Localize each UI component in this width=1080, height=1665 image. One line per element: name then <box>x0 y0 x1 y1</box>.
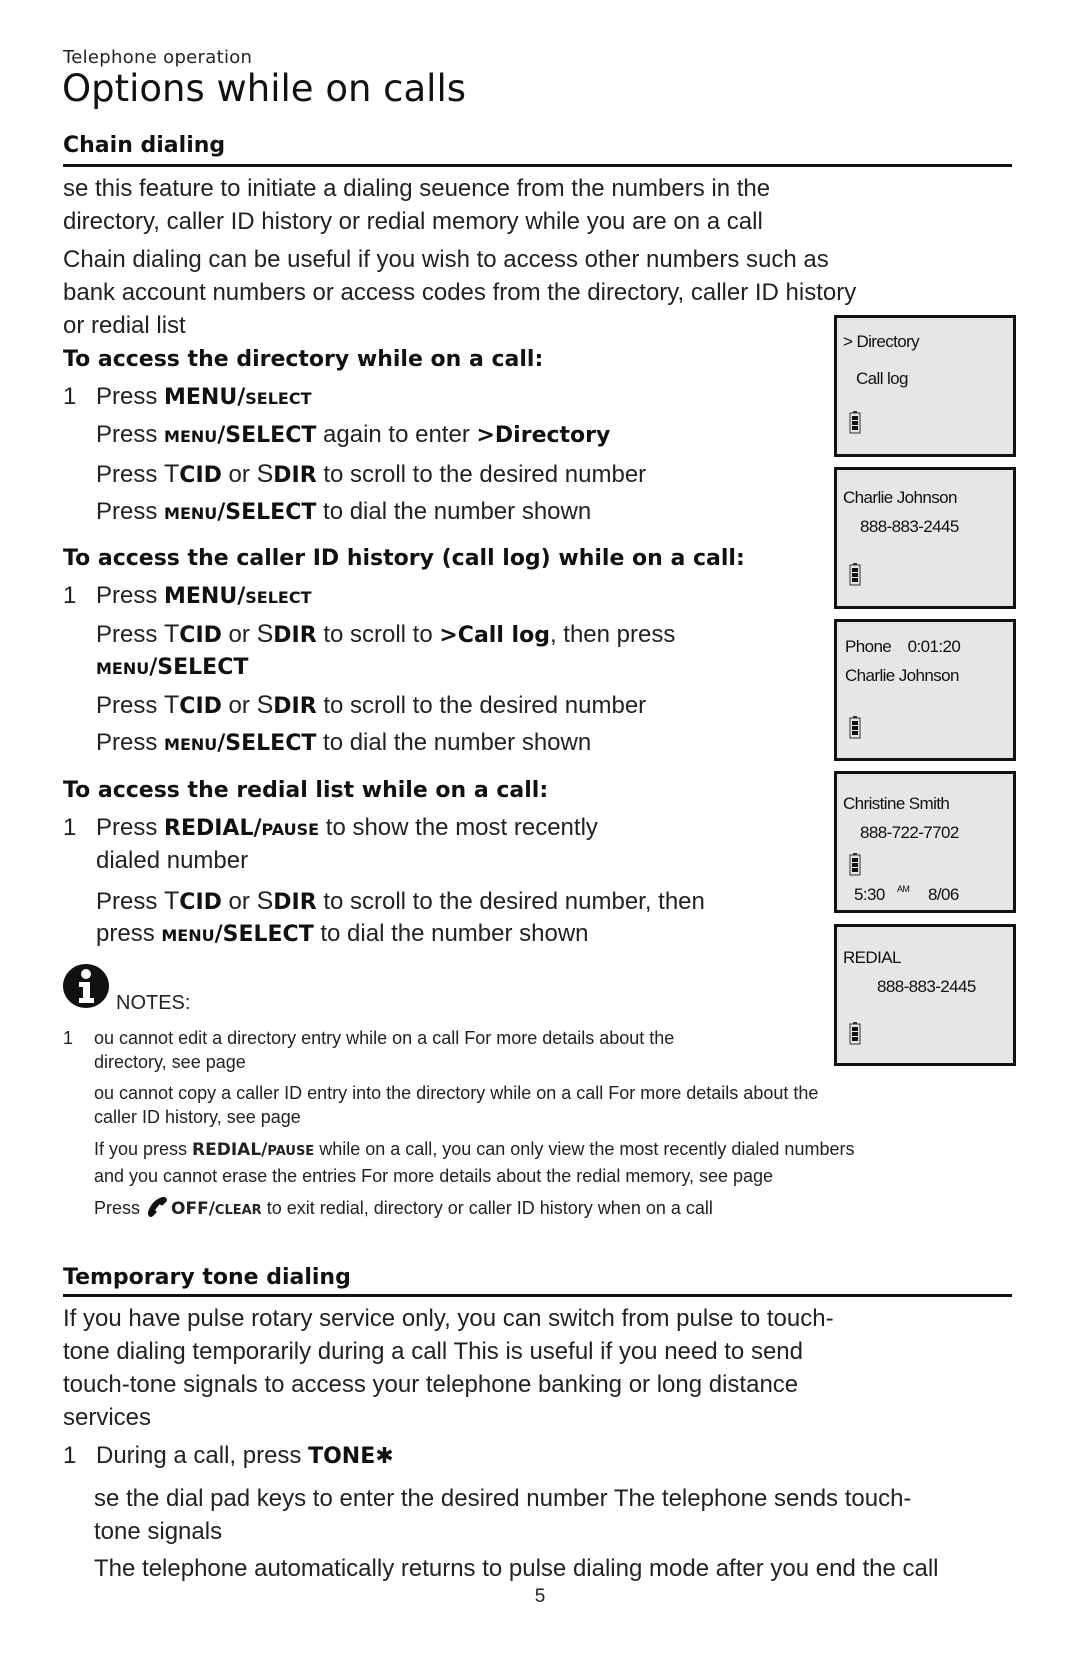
up-arrow-icon: T <box>164 620 180 648</box>
up-arrow-icon: T <box>164 460 180 488</box>
lcd-ampm: AM <box>897 884 910 894</box>
up-arrow-icon: T <box>164 887 180 915</box>
tone-step-1: 1 During a call, press TONE✱ <box>63 1442 394 1469</box>
tone-step-3: The telephone automatically returns to p… <box>94 1555 939 1582</box>
down-arrow-icon: S <box>256 887 274 915</box>
redial-step-2-cont: press MENU/SELECT to dial the number sho… <box>96 920 589 947</box>
notes-label: NOTES: <box>116 992 191 1014</box>
redial-step-1: 1 Press REDIAL/PAUSE to show the most rec… <box>63 814 598 841</box>
directory-step-1: 1 Press MENU/SELECT <box>63 383 312 410</box>
redial-step-1-cont: dialed number <box>96 847 249 874</box>
lcd-screen-caller-id-entry: Christine Smith 888-722-7702 5:30 AM 8/0… <box>834 771 1016 913</box>
lcd-screen-call-in-progress: Phone 0:01:20 Charlie Johnson <box>834 619 1016 761</box>
call-log-step-3: Press TCID or SDIR to scroll to the desi… <box>96 691 647 719</box>
note-item-4: Press OFF/CLEAR to exit redial, director… <box>94 1195 713 1223</box>
info-icon <box>62 963 114 1009</box>
chain-dialing-heading: Chain dialing <box>63 133 226 158</box>
page-number: 5 <box>534 1586 546 1607</box>
heading-rule <box>63 1294 1012 1297</box>
call-log-step-2: Press TCID or SDIR to scroll to >Call lo… <box>96 620 676 648</box>
menu-select-key: MENU/ <box>164 385 246 410</box>
heading-rule <box>63 164 1012 167</box>
battery-icon <box>849 716 861 739</box>
text-line: directory, caller ID history or redial m… <box>63 208 763 235</box>
redial-step-2: Press TCID or SDIR to scroll to the desi… <box>96 887 705 915</box>
directory-subheading: To access the directory while on a call: <box>63 347 544 372</box>
lcd-screen-directory-menu: > Directory Call log <box>834 315 1016 457</box>
up-arrow-icon: T <box>164 691 180 719</box>
text-line: bank account numbers or access codes fro… <box>63 279 857 306</box>
text-line: se this feature to initiate a dialing se… <box>63 175 771 202</box>
directory-step-3: Press TCID or SDIR to scroll to the desi… <box>96 460 647 488</box>
redial-subheading: To access the redial list while on a cal… <box>63 778 549 803</box>
lcd-time: 5:30 <box>854 885 885 904</box>
directory-target: >Directory <box>476 423 611 448</box>
battery-icon <box>849 411 861 434</box>
note-item-1: 1 ou cannot edit a directory entry while … <box>63 1028 675 1072</box>
down-arrow-icon: S <box>256 691 274 719</box>
star-key-icon: ✱ <box>375 1444 394 1469</box>
section-label: Telephone operation <box>63 47 253 68</box>
battery-icon <box>849 853 861 876</box>
down-arrow-icon: S <box>256 620 274 648</box>
note-item-2: ou cannot copy a caller ID entry into th… <box>94 1083 819 1127</box>
text-line: Chain dialing can be useful if you wish … <box>63 246 829 273</box>
down-arrow-icon: S <box>256 460 274 488</box>
chain-intro-paragraph: se this feature to initiate a dialing se… <box>63 172 770 238</box>
tone-intro-paragraph: If you have pulse rotary service only, y… <box>63 1305 834 1431</box>
chain-useful-paragraph: Chain dialing can be useful if you wish … <box>63 243 856 342</box>
battery-icon <box>849 563 861 586</box>
directory-step-2: Press MENU/SELECT again to enter >Direct… <box>96 421 611 448</box>
directory-step-4: Press MENU/SELECT to dial the number sho… <box>96 498 592 525</box>
tone-step-2: se the dial pad keys to enter the desire… <box>94 1485 912 1545</box>
text-line: or redial list <box>63 312 186 339</box>
phone-off-icon <box>145 1195 171 1217</box>
page-title: Options while on calls <box>62 67 467 110</box>
lcd-screen-redial: REDIAL 888-883-2445 <box>834 924 1016 1066</box>
call-log-step-4: Press MENU/SELECT to dial the number sho… <box>96 729 592 756</box>
battery-icon <box>849 1022 861 1045</box>
call-log-subheading: To access the caller ID history (call lo… <box>63 546 745 571</box>
call-log-step-2-cont: MENU/SELECT <box>96 655 249 680</box>
call-log-step-1: 1 Press MENU/SELECT <box>63 582 312 609</box>
note-item-3: If you press REDIAL/PAUSE while on a cal… <box>94 1139 855 1186</box>
lcd-date: 8/06 <box>928 885 959 904</box>
lcd-screen-directory-entry: Charlie Johnson 888-883-2445 <box>834 467 1016 609</box>
tone-dialing-heading: Temporary tone dialing <box>63 1265 351 1290</box>
